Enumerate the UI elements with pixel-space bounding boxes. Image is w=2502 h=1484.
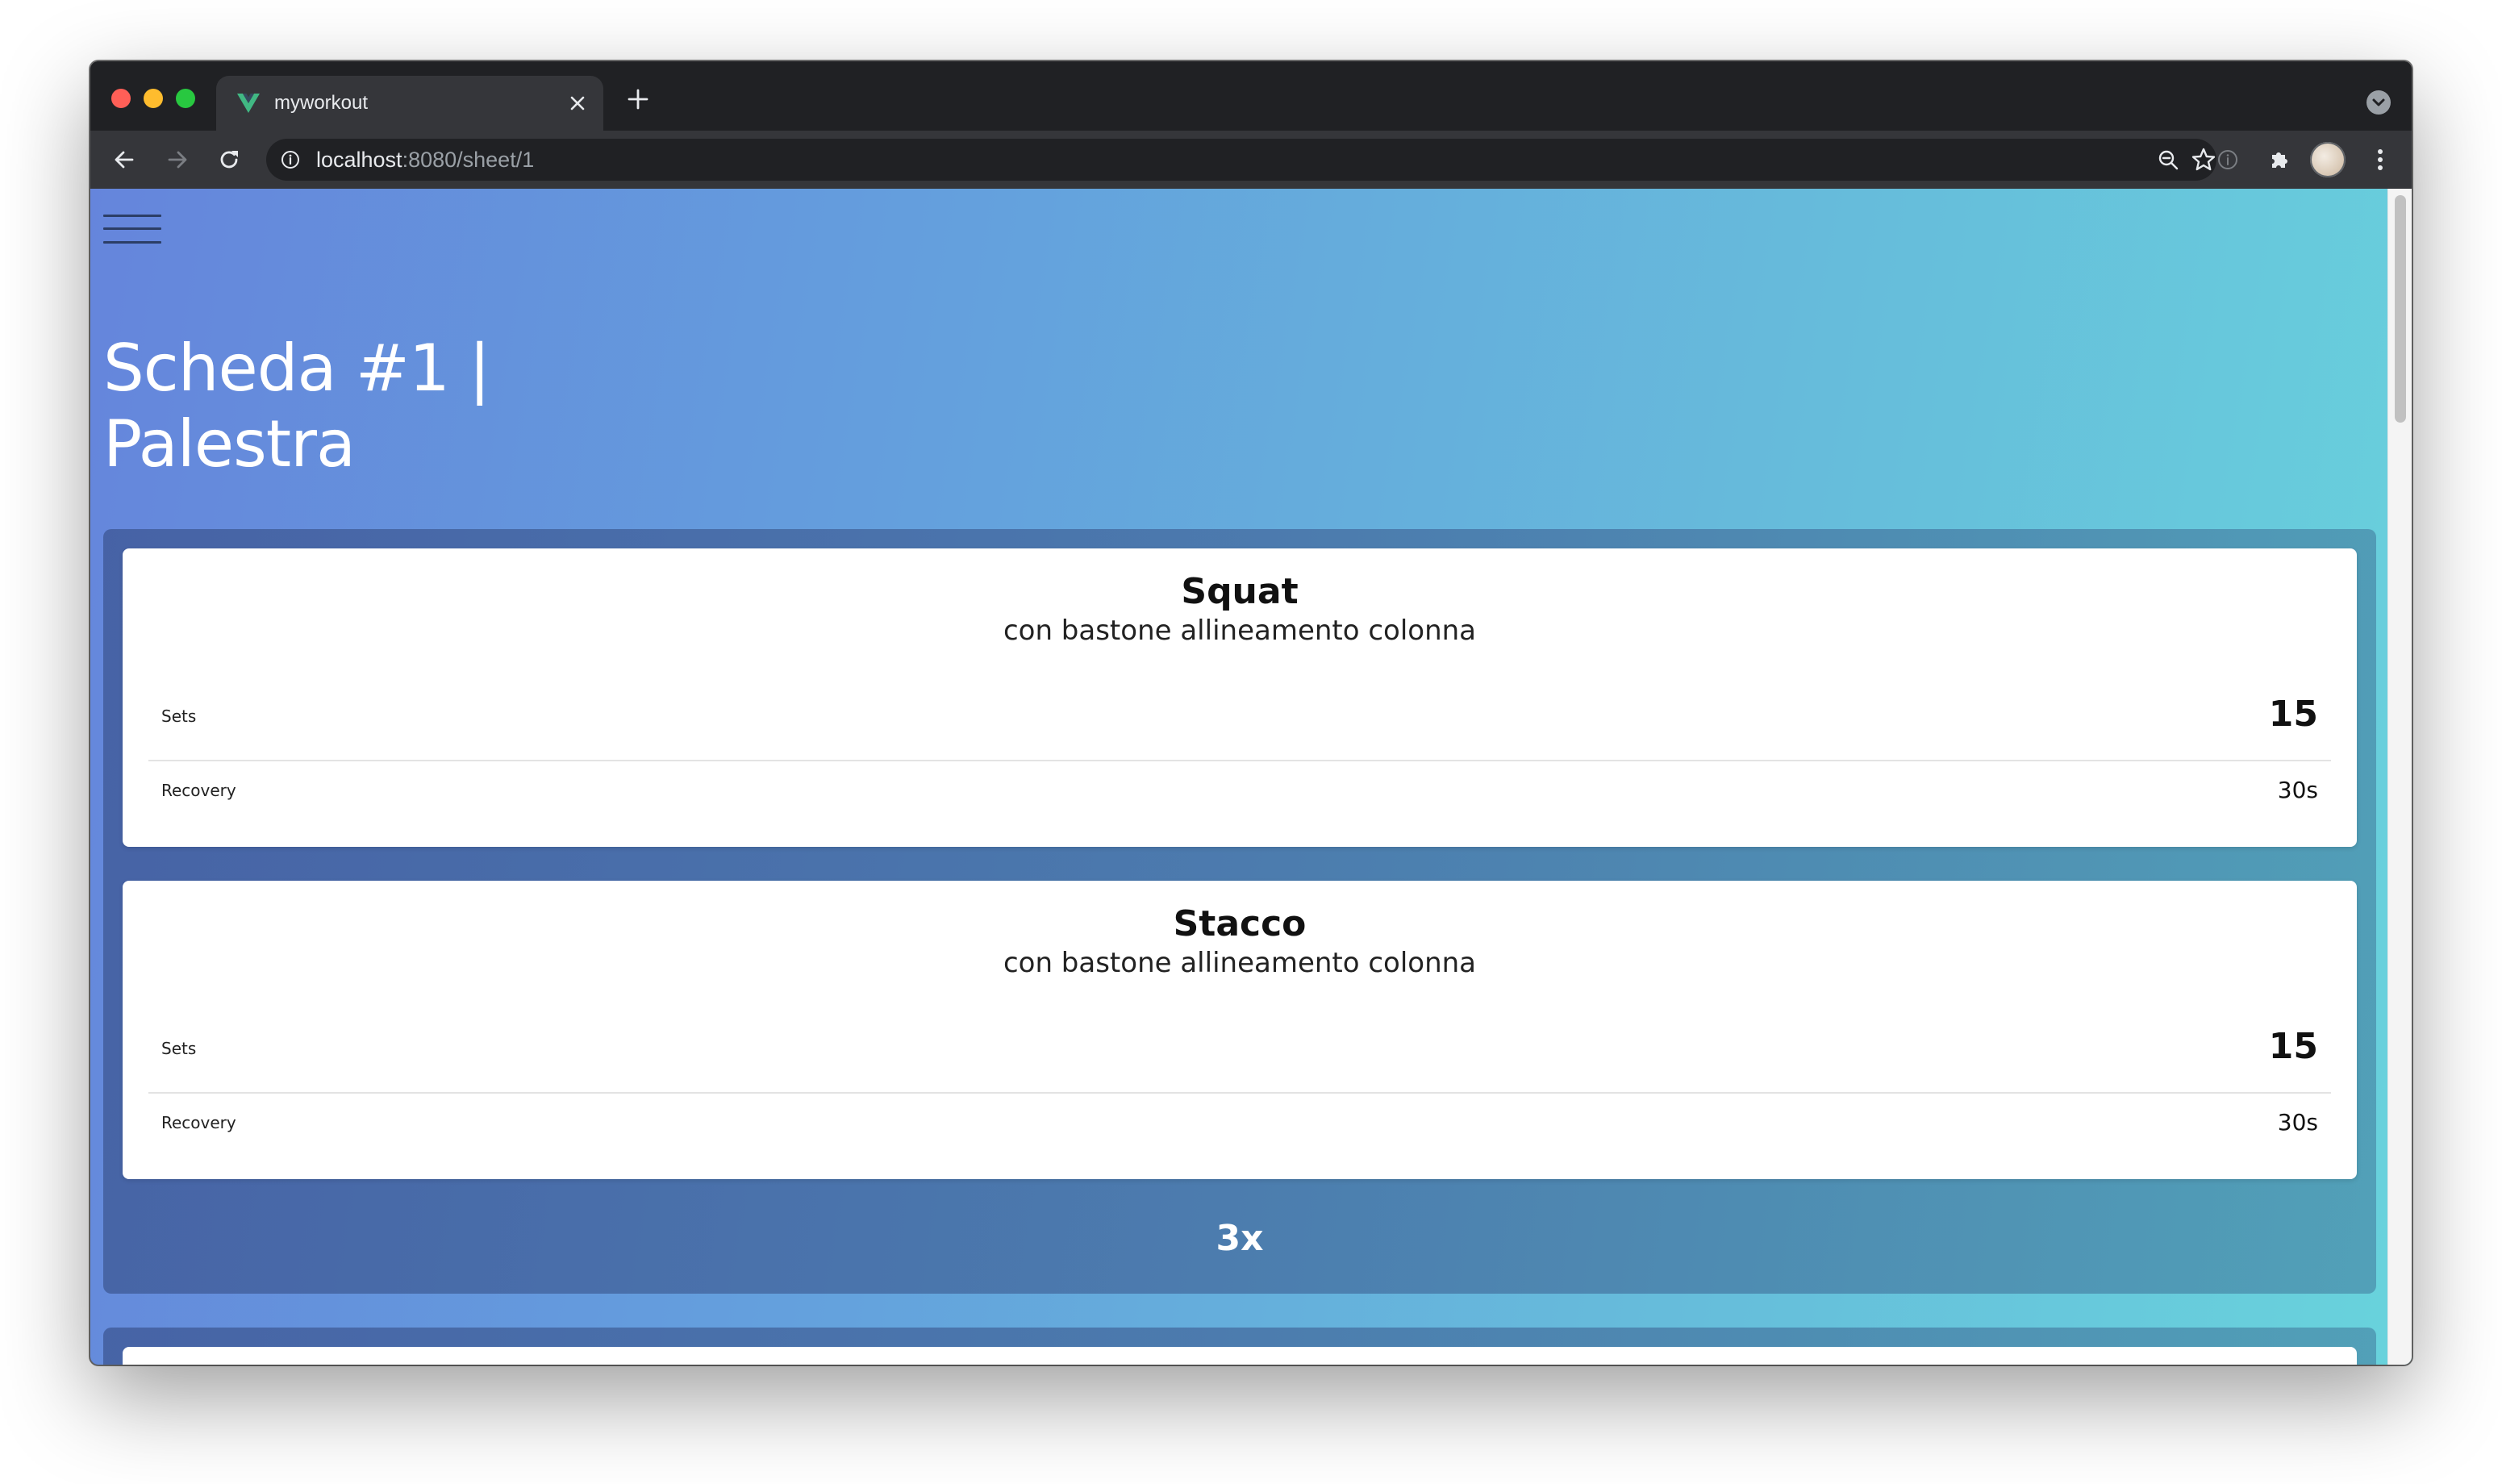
close-window-button[interactable] <box>111 89 131 108</box>
circuit-repeat-count: 3x <box>1216 1218 1264 1259</box>
row-divider <box>148 1092 2331 1094</box>
recovery-value: 30s <box>2277 1109 2318 1136</box>
browser-toolbar: localhost:8080/sheet/1 <box>90 131 2412 189</box>
url-host: localhost <box>316 148 402 172</box>
address-bar[interactable]: localhost:8080/sheet/1 <box>266 139 2216 181</box>
sets-label: Sets <box>161 1039 197 1058</box>
exercise-name: Stacco <box>1173 903 1307 944</box>
page-title: Scheda #1 | Palestra <box>103 331 490 481</box>
browser-window: myworkout localhost:8080/sheet/1 Scheda … <box>90 61 2412 1365</box>
exercise-card-partial[interactable] <box>123 1347 2357 1365</box>
exercise-card[interactable]: Squat con bastone allineamento colonna S… <box>123 548 2357 847</box>
extensions-puzzle-icon[interactable] <box>2265 145 2294 174</box>
extension-info-icon[interactable] <box>2213 145 2242 174</box>
page-scrollbar[interactable] <box>2387 189 2412 1365</box>
zoom-icon[interactable] <box>2157 148 2179 171</box>
browser-menu-icon[interactable] <box>2368 145 2392 174</box>
close-icon[interactable] <box>566 92 589 115</box>
tab-title: myworkout <box>274 92 369 114</box>
recovery-label: Recovery <box>161 781 236 800</box>
circuit-block: Squat con bastone allineamento colonna S… <box>103 529 2376 1294</box>
reload-icon[interactable] <box>215 145 244 174</box>
maximize-window-button[interactable] <box>176 89 195 108</box>
url-path: :8080/sheet/1 <box>402 148 535 172</box>
exercise-description: con bastone allineamento colonna <box>1003 615 1477 647</box>
forward-arrow-icon[interactable] <box>163 145 192 174</box>
exercise-description: con bastone allineamento colonna <box>1003 947 1477 979</box>
recovery-value: 30s <box>2277 777 2318 803</box>
row-divider <box>148 760 2331 761</box>
exercise-name: Squat <box>1181 571 1299 612</box>
exercise-card[interactable]: Stacco con bastone allineamento colonna … <box>123 881 2357 1179</box>
sets-value: 15 <box>2268 694 2318 735</box>
url-text[interactable]: localhost:8080/sheet/1 <box>316 147 534 173</box>
tab-strip: myworkout <box>90 61 2412 131</box>
back-arrow-icon[interactable] <box>110 145 139 174</box>
sets-value: 15 <box>2268 1026 2318 1067</box>
vue-logo-icon <box>237 94 260 113</box>
profile-avatar[interactable] <box>2310 142 2346 177</box>
hamburger-menu-icon[interactable] <box>103 215 161 247</box>
minimize-window-button[interactable] <box>144 89 163 108</box>
circuit-block-next <box>103 1328 2376 1365</box>
new-tab-icon[interactable] <box>624 85 652 113</box>
scrollbar-thumb[interactable] <box>2395 195 2406 423</box>
tab-search-icon[interactable] <box>2366 90 2391 115</box>
site-info-icon[interactable] <box>281 150 300 169</box>
tab-myworkout[interactable]: myworkout <box>216 76 603 131</box>
page-viewport: Scheda #1 | Palestra Squat con bastone a… <box>90 189 2412 1365</box>
sets-label: Sets <box>161 707 197 726</box>
recovery-label: Recovery <box>161 1113 236 1132</box>
